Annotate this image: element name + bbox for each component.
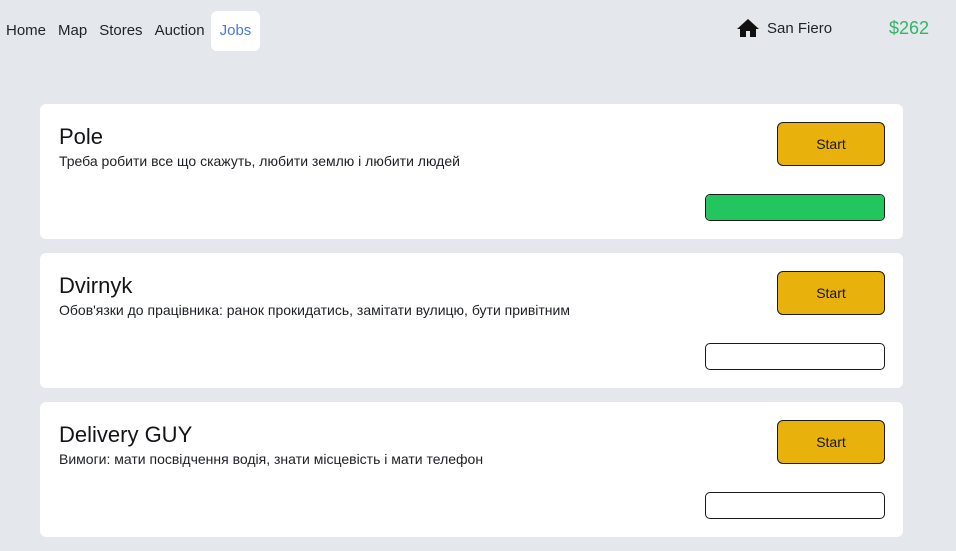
job-description: Обов'язки до працівника: ранок прокидати… xyxy=(59,302,570,318)
job-progress-bar xyxy=(705,343,885,370)
job-progress-bar xyxy=(705,492,885,519)
job-description: Треба робити все що скажуть, любити земл… xyxy=(59,153,460,169)
nav-jobs[interactable]: Jobs xyxy=(210,11,261,51)
job-title: Delivery GUY xyxy=(59,422,193,447)
house-icon xyxy=(737,19,759,37)
job-card: Pole Треба робити все що скажуть, любити… xyxy=(40,104,903,239)
nav-stores[interactable]: Stores xyxy=(93,11,148,51)
job-title: Dvirnyk xyxy=(59,273,133,298)
money-balance: $262 xyxy=(888,18,929,38)
start-job-button[interactable]: Start xyxy=(777,420,885,464)
jobs-list: Pole Треба робити все що скажуть, любити… xyxy=(40,104,903,551)
nav-home[interactable]: Home xyxy=(0,11,52,51)
job-title: Pole xyxy=(59,124,104,149)
city-name: San Fiero xyxy=(767,20,833,37)
main-nav: Home Map Stores Auction Jobs xyxy=(0,11,261,51)
job-description: Вимоги: мати посвідчення водія, знати мі… xyxy=(59,451,484,467)
nav-map[interactable]: Map xyxy=(52,11,93,51)
job-card: Delivery GUY Вимоги: мати посвідчення во… xyxy=(40,402,903,537)
job-progress-fill xyxy=(706,195,884,220)
job-card: Dvirnyk Обов'язки до працівника: ранок п… xyxy=(40,253,903,388)
top-navbar: Home Map Stores Auction Jobs San Fiero $… xyxy=(0,0,956,62)
nav-auction[interactable]: Auction xyxy=(149,11,211,51)
job-progress-bar xyxy=(705,194,885,221)
start-job-button[interactable]: Start xyxy=(777,122,885,166)
player-status: San Fiero $262 xyxy=(736,17,956,41)
start-job-button[interactable]: Start xyxy=(777,271,885,315)
